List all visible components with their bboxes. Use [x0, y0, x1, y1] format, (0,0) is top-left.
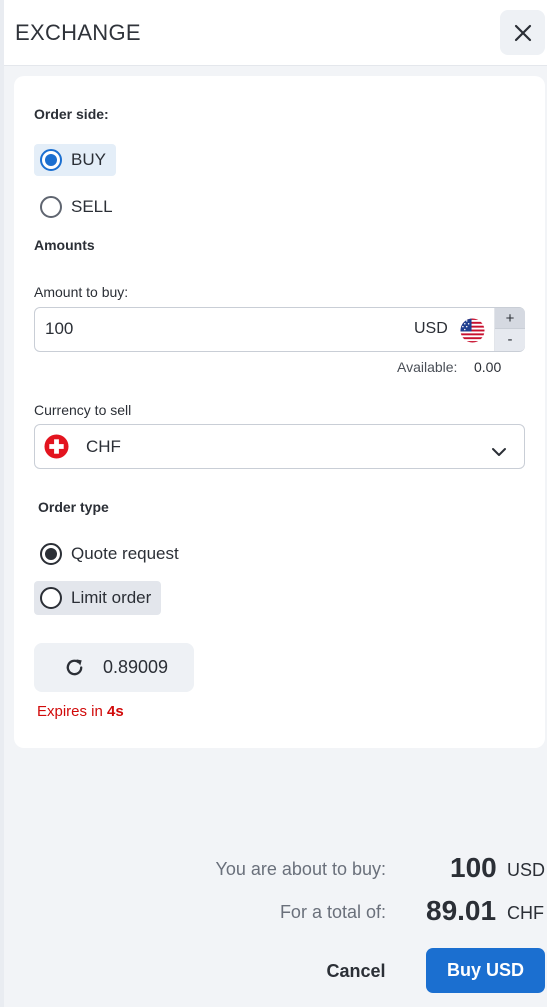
amount-currency-code: USD	[414, 320, 448, 337]
close-icon	[514, 24, 531, 41]
total-summary-currency: CHF	[507, 903, 544, 923]
limit-order-radio-indicator	[40, 587, 62, 609]
currency-to-sell-value: CHF	[86, 437, 121, 456]
amounts-section-label: Amounts	[34, 237, 95, 253]
dialog-title: EXCHANGE	[15, 20, 141, 45]
amount-to-buy-label: Amount to buy:	[34, 284, 129, 300]
chevron-down-icon	[492, 448, 506, 456]
order-side-label: Order side:	[34, 106, 109, 122]
limit-order-label: Limit order	[71, 588, 152, 607]
order-type-limit-order-radio[interactable]: Limit order	[34, 581, 162, 615]
exchange-rate-value: 0.89009	[103, 657, 169, 677]
quote-request-label: Quote request	[71, 544, 179, 563]
buy-summary-amount: 100	[450, 852, 497, 883]
amount-input[interactable]	[45, 319, 345, 339]
refresh-quote-button[interactable]: 0.89009	[34, 643, 194, 692]
buy-radio-indicator	[40, 149, 62, 171]
available-label: Available:	[397, 359, 458, 375]
buy-summary-label: You are about to buy:	[215, 859, 386, 879]
amount-input-group: USD + -	[34, 307, 525, 352]
us-flag-icon	[460, 318, 485, 343]
amount-stepper: + -	[494, 308, 525, 351]
order-type-quote-request-radio[interactable]: Quote request	[34, 538, 189, 570]
expires-countdown: 4s	[107, 703, 124, 720]
quote-expiry-text: Expires in 4s	[37, 703, 124, 720]
quote-request-radio-indicator	[40, 543, 62, 565]
close-button[interactable]	[500, 10, 545, 55]
decrement-button[interactable]: -	[495, 329, 525, 350]
buy-summary-currency: USD	[507, 860, 546, 880]
buy-usd-button[interactable]: Buy USD	[426, 948, 545, 993]
currency-to-sell-label: Currency to sell	[34, 402, 132, 418]
available-value: 0.00	[474, 359, 502, 375]
swiss-flag-icon	[44, 434, 69, 459]
expires-prefix: Expires in	[37, 703, 103, 720]
total-summary-label: For a total of:	[279, 902, 386, 922]
cancel-button[interactable]: Cancel	[318, 949, 394, 993]
order-side-buy-radio[interactable]: BUY	[34, 144, 116, 176]
sell-radio-label: SELL	[71, 197, 113, 216]
order-type-label: Order type	[38, 499, 109, 515]
dialog-header: EXCHANGE	[4, 0, 547, 66]
refresh-icon	[66, 659, 83, 676]
left-border	[0, 0, 4, 1007]
buy-radio-label: BUY	[71, 150, 106, 169]
currency-to-sell-select[interactable]: CHF	[34, 424, 525, 469]
sell-radio-indicator	[40, 196, 62, 218]
order-side-sell-radio[interactable]: SELL	[34, 191, 123, 223]
increment-button[interactable]: +	[495, 308, 525, 329]
exchange-form-card: Order side: BUY SELL Amounts Amount to b…	[14, 76, 545, 748]
total-summary-amount: 89.01	[426, 895, 497, 926]
